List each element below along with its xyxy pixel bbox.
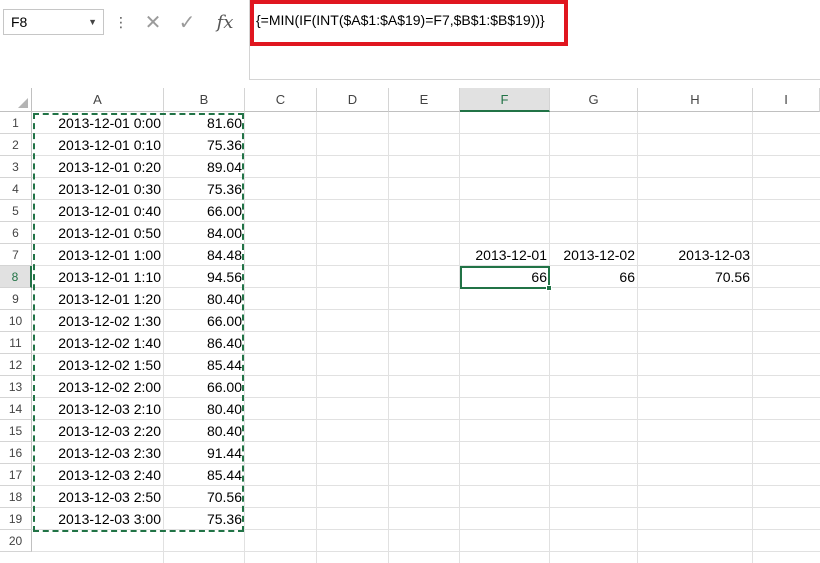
formula-buttons: ✕ ✓ fx — [134, 8, 244, 38]
row-header-3[interactable]: 3 — [0, 156, 32, 178]
cell-h7-date[interactable]: 2013-12-03 — [638, 244, 753, 266]
column-header-c[interactable]: C — [245, 88, 317, 112]
row-header-9[interactable]: 9 — [0, 288, 32, 310]
column-header-g[interactable]: G — [550, 88, 638, 112]
row-header-7[interactable]: 7 — [0, 244, 32, 266]
cell-h8-min[interactable]: 70.56 — [638, 266, 753, 288]
column-header-b[interactable]: B — [164, 88, 245, 112]
more-options-icon[interactable]: ⋮ — [114, 10, 128, 34]
column-gridline — [316, 112, 317, 563]
row-header-15[interactable]: 15 — [0, 420, 32, 442]
select-all-button[interactable] — [0, 88, 32, 112]
column-header-a[interactable]: A — [32, 88, 164, 112]
column-header-f[interactable]: F — [460, 88, 550, 112]
cell-g7-date[interactable]: 2013-12-02 — [550, 244, 638, 266]
row-header-18[interactable]: 18 — [0, 486, 32, 508]
select-all-icon — [18, 98, 28, 108]
row-header-12[interactable]: 12 — [0, 354, 32, 376]
column-gridline — [549, 112, 550, 563]
row-gridline — [32, 551, 820, 552]
column-gridline — [459, 112, 460, 563]
row-header-19[interactable]: 19 — [0, 508, 32, 530]
column-header-h[interactable]: H — [638, 88, 753, 112]
active-cell-f8[interactable] — [460, 266, 550, 289]
column-gridline — [752, 112, 753, 563]
row-header-5[interactable]: 5 — [0, 200, 32, 222]
column-header-i[interactable]: I — [753, 88, 820, 112]
name-box-value: F8 — [11, 14, 28, 30]
row-header-14[interactable]: 14 — [0, 398, 32, 420]
row-header-10[interactable]: 10 — [0, 310, 32, 332]
column-gridline — [637, 112, 638, 563]
spreadsheet-grid[interactable]: ABCDEFGHI 1 2 3 4 5 6 7 8 9 10 11 12 13 14 15 16 17 18 19 2… — [0, 88, 820, 563]
copy-marquee — [33, 113, 244, 532]
row-header-16[interactable]: 16 — [0, 442, 32, 464]
row-header-17[interactable]: 17 — [0, 464, 32, 486]
cancel-icon[interactable]: ✕ — [138, 8, 168, 38]
name-box[interactable]: F8 ▼ — [3, 9, 104, 35]
column-header-d[interactable]: D — [317, 88, 389, 112]
column-header-e[interactable]: E — [389, 88, 460, 112]
check-icon[interactable]: ✓ — [172, 8, 202, 38]
row-header-20[interactable]: 20 — [0, 530, 32, 552]
row-header-4[interactable]: 4 — [0, 178, 32, 200]
fill-handle[interactable] — [546, 285, 552, 291]
chevron-down-icon[interactable]: ▼ — [88, 10, 97, 34]
formula-bar-area: F8 ▼ ⋮ ✕ ✓ fx {=MIN(IF(INT($A$1:$A$19)=F… — [0, 0, 820, 88]
row-header-6[interactable]: 6 — [0, 222, 32, 244]
column-gridline — [388, 112, 389, 563]
formula-text: {=MIN(IF(INT($A$1:$A$19)=F7,$B$1:$B$19))… — [256, 12, 545, 28]
cell-g8-min[interactable]: 66 — [550, 266, 638, 288]
row-header-1[interactable]: 1 — [0, 112, 32, 134]
insert-function-icon[interactable]: fx — [208, 8, 242, 38]
row-header-11[interactable]: 11 — [0, 332, 32, 354]
cell-f7-date[interactable]: 2013-12-01 — [460, 244, 550, 266]
row-header-8[interactable]: 8 — [0, 266, 32, 288]
row-header-13[interactable]: 13 — [0, 376, 32, 398]
row-header-2[interactable]: 2 — [0, 134, 32, 156]
